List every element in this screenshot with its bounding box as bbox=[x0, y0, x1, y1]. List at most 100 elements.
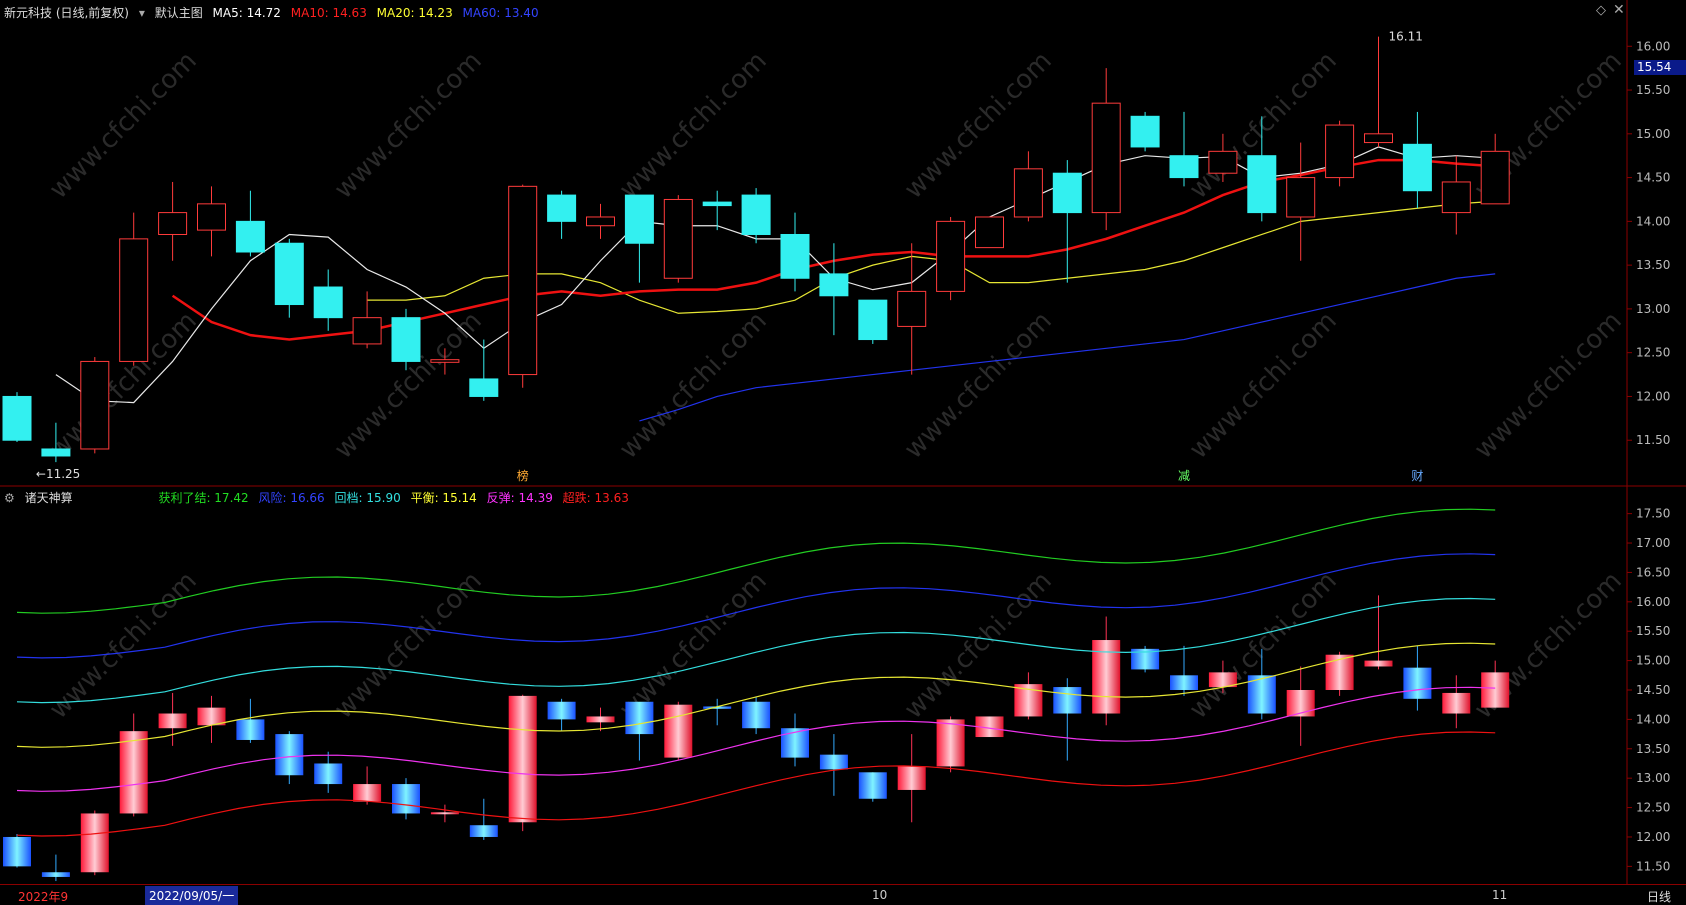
watermark-text: www.cfchi.com bbox=[1184, 306, 1343, 465]
sub-candle-body bbox=[236, 719, 265, 740]
stock-title[interactable]: 新元科技 (日线,前复权) bbox=[4, 6, 129, 20]
sub-candle-body bbox=[664, 704, 693, 758]
candle-body bbox=[1286, 177, 1316, 218]
event-marker: 减 bbox=[1178, 469, 1190, 483]
main-axis-label: 15.00 bbox=[1636, 127, 1670, 141]
sub-axis-label: 12.50 bbox=[1636, 801, 1670, 815]
sub-candle-body bbox=[586, 716, 615, 723]
sub-candle-body bbox=[41, 872, 70, 877]
sub-candle-body bbox=[275, 734, 304, 776]
candle-body bbox=[936, 220, 966, 292]
candle-body bbox=[858, 299, 888, 341]
watermark-text: www.cfchi.com bbox=[614, 46, 773, 205]
candle-body bbox=[780, 233, 810, 279]
candle-body bbox=[1364, 133, 1393, 144]
ma60-line bbox=[639, 273, 1496, 422]
sub-candle-body bbox=[742, 701, 771, 729]
sub-candle-body bbox=[158, 713, 187, 729]
chart-name[interactable]: 默认主图 bbox=[155, 6, 203, 20]
sub-candle-body bbox=[858, 772, 887, 799]
candle-body bbox=[430, 359, 460, 363]
candle-body bbox=[1402, 143, 1432, 192]
candle-body bbox=[702, 201, 732, 207]
candle-body bbox=[547, 194, 577, 222]
main-axis-label: 14.00 bbox=[1636, 214, 1670, 228]
sub-candle-body bbox=[469, 825, 498, 837]
sub-candle-body bbox=[897, 766, 926, 790]
low-price-label: ←11.25 bbox=[36, 467, 80, 481]
level-3: 回档: 15.90 bbox=[334, 491, 401, 505]
period-button[interactable]: 日线 bbox=[1647, 888, 1671, 905]
watermark-text: www.cfchi.com bbox=[899, 306, 1058, 465]
event-marker: 榜 bbox=[517, 468, 529, 483]
level-5: 反弹: 14.39 bbox=[486, 491, 553, 505]
candle-body bbox=[819, 273, 849, 297]
main-axis-label: 12.00 bbox=[1636, 389, 1670, 403]
watermark-text: www.cfchi.com bbox=[44, 46, 203, 205]
sub-candle-body bbox=[1481, 672, 1510, 708]
sub-axis-label: 14.50 bbox=[1636, 683, 1670, 697]
sub-axis-label: 15.00 bbox=[1636, 654, 1670, 668]
sub-candle-body bbox=[1364, 660, 1393, 667]
main-axis-label: 13.50 bbox=[1636, 258, 1670, 272]
sub-axis-label: 13.00 bbox=[1636, 771, 1670, 785]
cursor-date: 2022/09/05/一 bbox=[145, 886, 239, 905]
current-price-tag: 15.54 bbox=[1634, 60, 1686, 75]
sub-candle-body bbox=[314, 763, 343, 785]
sub-axis-label: 15.50 bbox=[1636, 624, 1670, 638]
ma5-value: MA5: 14.72 bbox=[212, 6, 281, 20]
sub-axis-label: 17.00 bbox=[1636, 536, 1670, 550]
candle-body bbox=[741, 194, 771, 235]
sub-candle-body bbox=[936, 719, 965, 767]
event-marker: 财 bbox=[1411, 469, 1423, 483]
date-axis: 2022年9 2022/09/05/一 10 11 日线 bbox=[0, 884, 1686, 905]
sub-candle-body bbox=[353, 784, 382, 802]
watermark-text: www.cfchi.com bbox=[614, 306, 773, 465]
ma10-value: MA10: 14.63 bbox=[290, 6, 367, 20]
candle-body bbox=[1441, 181, 1471, 214]
watermark-text: www.cfchi.com bbox=[1469, 306, 1628, 465]
candle-body bbox=[975, 216, 1004, 249]
kline-chart[interactable]: www.cfchi.com www.cfchi.com www.cfchi.com w… bbox=[0, 0, 1686, 884]
main-axis-label: 15.50 bbox=[1636, 83, 1670, 97]
candle-body bbox=[1325, 124, 1355, 179]
candle-body bbox=[391, 317, 421, 362]
candle-body bbox=[1169, 155, 1199, 179]
sub-candle-body bbox=[508, 695, 537, 823]
candle-body bbox=[119, 238, 149, 362]
sub-axis-label: 17.50 bbox=[1636, 507, 1670, 521]
ma60-value: MA60: 13.40 bbox=[462, 6, 539, 20]
watermark-text: www.cfchi.com bbox=[329, 46, 488, 205]
gear-icon[interactable]: ⚙ bbox=[4, 491, 15, 505]
sub-candle-body bbox=[819, 754, 848, 770]
sub-candle-body bbox=[430, 812, 459, 815]
level-2: 风险: 16.66 bbox=[258, 491, 325, 505]
candle-body bbox=[897, 290, 927, 327]
indicator-title[interactable]: 诸天神算 bbox=[25, 491, 73, 505]
candle-body bbox=[586, 216, 615, 227]
candle-body bbox=[235, 220, 265, 253]
sub-candle-body bbox=[1442, 692, 1471, 714]
candle-body bbox=[1013, 168, 1043, 218]
high-price-label: 16.11 bbox=[1389, 30, 1423, 44]
watermark-text: www.cfchi.com bbox=[44, 566, 203, 725]
candle-body bbox=[41, 448, 71, 457]
candle-body bbox=[508, 185, 538, 376]
dropdown-arrow-icon[interactable]: ▾ bbox=[139, 6, 145, 20]
sub-candle-body bbox=[392, 784, 420, 814]
candle-body bbox=[1208, 150, 1238, 174]
sub-candle-body bbox=[625, 701, 654, 735]
sub-axis-label: 13.50 bbox=[1636, 742, 1670, 756]
sub-axis-label: 11.50 bbox=[1636, 859, 1670, 873]
candle-body bbox=[1130, 115, 1160, 148]
sub-candle-body bbox=[80, 813, 109, 873]
sub-axis-label: 16.50 bbox=[1636, 565, 1670, 579]
main-axis-label: 13.00 bbox=[1636, 302, 1670, 316]
main-axis-label: 16.00 bbox=[1636, 39, 1670, 53]
main-axis-label: 12.50 bbox=[1636, 346, 1670, 360]
candle-body bbox=[663, 198, 693, 279]
band-oversold bbox=[16, 731, 1496, 837]
sub-candle-body bbox=[1403, 667, 1432, 699]
main-axis-label: 11.50 bbox=[1636, 433, 1670, 447]
sub-candle-body bbox=[547, 701, 576, 720]
